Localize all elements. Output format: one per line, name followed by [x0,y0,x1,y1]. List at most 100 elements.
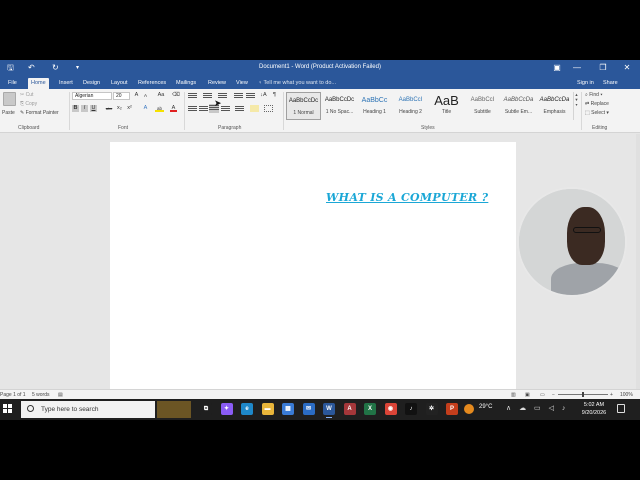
clear-formatting-button[interactable]: ⌫ [172,92,180,99]
notification-icon[interactable] [617,404,625,413]
tiktok-icon[interactable]: ♪ [405,403,417,415]
tell-me-search[interactable]: ♀ Tell me what you want to do... [258,78,336,88]
ribbon-tabs: File Home Insert Design Layout Reference… [0,76,640,89]
sign-in-link[interactable]: Sign in [577,78,594,88]
task-view-icon[interactable]: ⧉ [200,403,212,415]
restore-button[interactable]: ❐ [596,62,610,74]
shading-icon[interactable] [250,105,259,112]
access-icon[interactable]: A [343,403,356,415]
weather-icon[interactable] [464,404,474,414]
taskbar-search-box[interactable]: Type here to search [21,401,155,418]
style-title[interactable]: AaB Title [429,92,464,120]
increase-indent-icon[interactable] [246,92,255,99]
word-count[interactable]: 5 words [32,392,50,398]
zoom-slider-thumb[interactable] [582,392,584,397]
superscript-button[interactable]: x² [126,105,133,112]
zoom-in-icon[interactable]: + [610,392,613,398]
file-explorer-icon[interactable]: ▬ [261,403,274,415]
style-heading-2[interactable]: AaBbCcI Heading 2 [393,92,428,120]
underline-button[interactable]: U [90,105,97,112]
weather-temperature[interactable]: 29°C [479,404,492,410]
text-effects-button[interactable]: A [142,105,149,112]
line-spacing-icon[interactable] [235,105,244,112]
ribbon-display-options-button[interactable]: ▣ [550,62,564,74]
styles-gallery-scroll[interactable]: ▲ ▼ ▾ [573,92,579,120]
subscript-button[interactable]: x₂ [116,105,123,112]
tab-view[interactable]: View [233,78,251,89]
copilot-icon[interactable]: ✦ [220,403,233,415]
web-layout-icon[interactable]: ▭ [540,392,545,398]
word-icon[interactable]: W [323,403,335,418]
align-center-icon[interactable] [199,105,208,112]
tab-references[interactable]: References [135,78,169,89]
store-icon[interactable]: ▦ [282,403,294,415]
powerpoint-icon[interactable]: P [446,403,458,415]
sort-icon[interactable]: ↓A [259,92,268,99]
close-button[interactable]: ✕ [620,62,634,74]
tab-insert[interactable]: Insert [56,78,76,89]
paste-icon[interactable] [3,92,16,106]
style-emphasis[interactable]: AaBbCcDa Emphasis [537,92,572,120]
share-button[interactable]: Share [603,78,618,88]
excel-icon[interactable]: X [364,403,376,415]
numbering-icon[interactable] [203,92,212,99]
justify-icon[interactable] [221,105,230,112]
decrease-indent-icon[interactable] [234,92,243,99]
italic-button[interactable]: I [81,105,88,112]
strikethrough-button[interactable]: abc [104,105,114,112]
replace-button[interactable]: ⇄ Replace [585,101,609,108]
clock[interactable]: 5:02 AM 9/20/2026 [575,401,613,417]
style-no-spacing[interactable]: AaBbCcDc 1 No Spac... [322,92,357,120]
bullets-icon[interactable] [188,92,197,99]
mail-icon[interactable]: ✉ [302,403,315,415]
print-layout-icon[interactable]: ▣ [525,392,530,398]
document-page[interactable]: WHAT IS A COMPUTER ? [110,142,516,392]
font-color-button[interactable]: A [170,105,177,112]
proofing-icon[interactable]: ▤ [58,392,63,398]
copy-button[interactable]: ⎘ Copy [20,101,37,108]
font-size-combo[interactable]: 20 [113,92,130,100]
read-mode-icon[interactable]: ▥ [511,392,516,398]
chrome-icon[interactable]: ◉ [384,403,397,415]
chatgpt-icon[interactable]: ✲ [425,403,438,415]
paste-button[interactable]: Paste [2,110,15,117]
font-group-label: Font [118,125,129,131]
cut-label: Cut [25,92,34,98]
style-name: Heading 2 [399,109,422,115]
tab-layout[interactable]: Layout [108,78,131,89]
search-highlight-image[interactable] [157,401,191,418]
shrink-font-button[interactable]: A [142,92,149,99]
page-count[interactable]: Page 1 of 1 [0,392,26,398]
grow-font-button[interactable]: A [133,92,140,99]
minimize-button[interactable]: — [570,62,584,74]
taskbar: Type here to search ⧉ ✦ e ▬ ▦ ✉ W A X ◉ ♪ ✲ P 29°C ∧… [0,399,640,420]
copy-label: Copy [25,101,38,107]
show-marks-icon[interactable]: ¶ [271,92,278,99]
vertical-scrollbar[interactable] [636,134,640,389]
align-left-icon[interactable] [188,105,197,112]
tab-review[interactable]: Review [205,78,229,89]
highlight-button[interactable]: ab [155,105,164,112]
style-subtle-emphasis[interactable]: AaBbCcDa Subtle Em... [501,92,536,120]
style-heading-1[interactable]: AaBbCc Heading 1 [357,92,392,120]
tab-file[interactable]: File [5,78,20,89]
bold-button[interactable]: B [72,105,79,112]
select-button[interactable]: ⬚ Select ▾ [585,110,609,117]
system-tray-icons[interactable]: ∧ ☁ ▭ ◁ ♪ [506,404,568,412]
tab-mailings[interactable]: Mailings [173,78,199,89]
edge-icon[interactable]: e [241,403,253,415]
find-button[interactable]: ⌕ Find ▾ [585,92,602,99]
zoom-level[interactable]: 100% [620,392,633,398]
borders-icon[interactable] [264,105,273,112]
windows-start-icon[interactable] [3,404,13,414]
document-heading[interactable]: WHAT IS A COMPUTER ? [326,191,488,204]
style-subtitle[interactable]: AaBbCcI Subtitle [465,92,500,120]
tab-design[interactable]: Design [80,78,103,89]
cut-button[interactable]: ✂ Cut [20,92,33,99]
style-normal[interactable]: AaBbCcDc 1 Normal [286,92,321,120]
zoom-out-icon[interactable]: − [552,392,555,398]
format-painter-button[interactable]: ✎ Format Painter [20,110,59,117]
tab-home[interactable]: Home [28,78,49,89]
font-name-combo[interactable]: Algerian [72,92,112,100]
change-case-button[interactable]: Aa [156,92,166,99]
